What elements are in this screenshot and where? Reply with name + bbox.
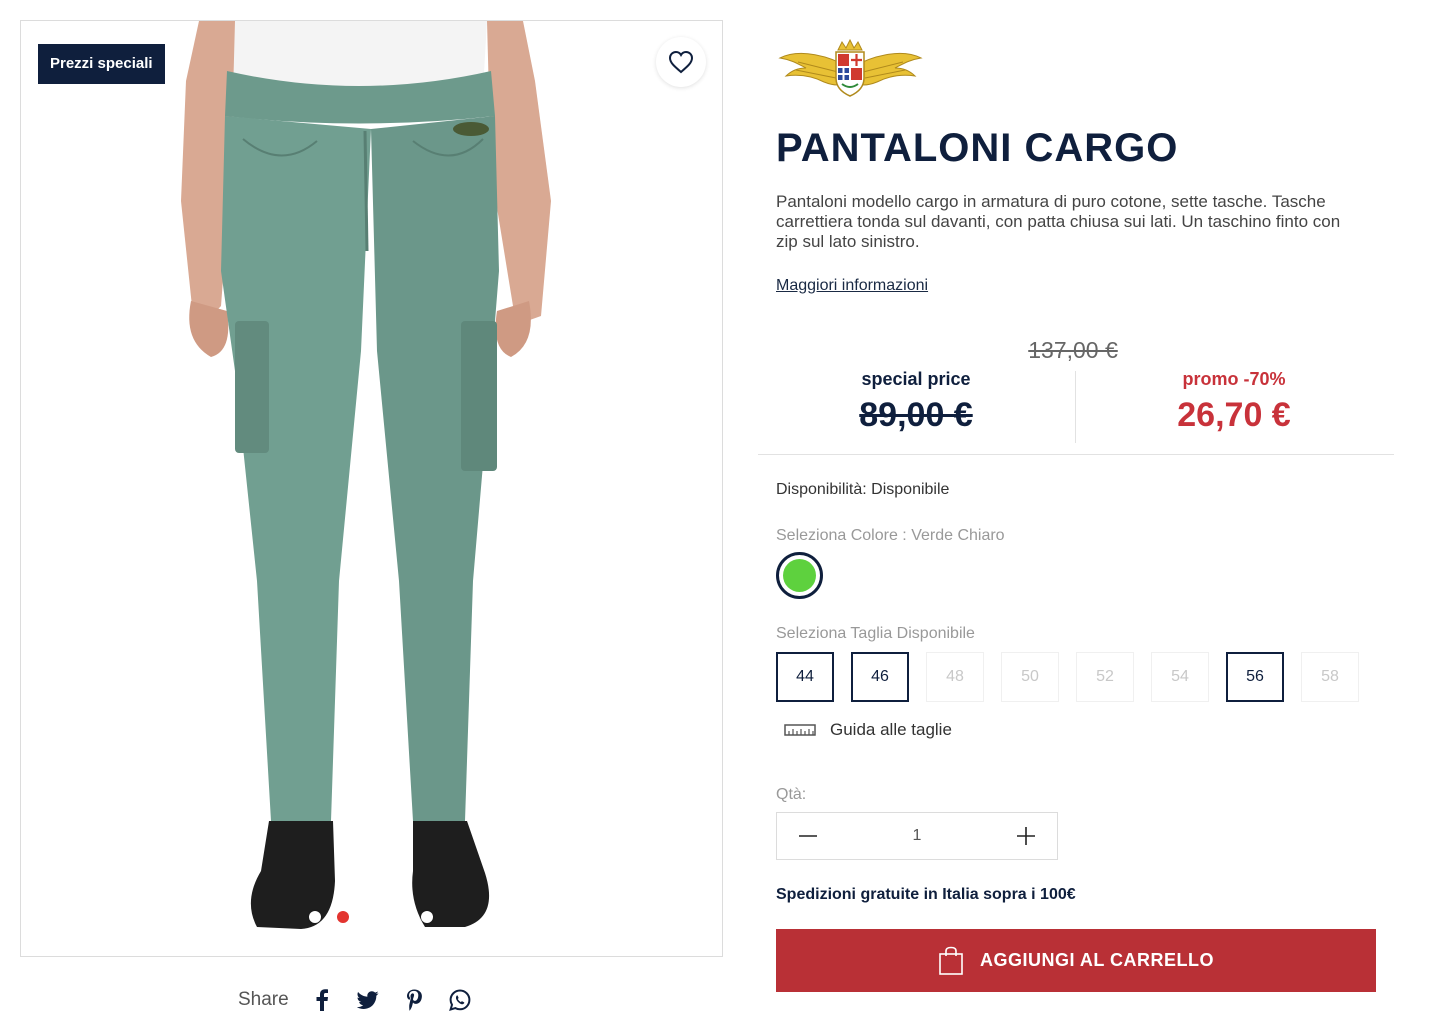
brand-logo bbox=[778, 38, 923, 97]
size-option-44[interactable]: 44 bbox=[776, 652, 834, 702]
quantity-input[interactable] bbox=[877, 827, 957, 845]
product-photo bbox=[181, 21, 551, 929]
size-option-46[interactable]: 46 bbox=[851, 652, 909, 702]
more-info-link[interactable]: Maggiori informazioni bbox=[776, 277, 928, 295]
color-label: Seleziona Colore : Verde Chiaro bbox=[776, 527, 1005, 544]
ruler-icon bbox=[784, 724, 816, 736]
price-divider bbox=[1075, 371, 1076, 443]
swatch-fill bbox=[783, 559, 816, 592]
carousel-dot-active[interactable] bbox=[337, 911, 349, 923]
promo-label: promo -70% bbox=[1182, 369, 1286, 389]
carousel-dot[interactable] bbox=[309, 911, 321, 923]
special-price-badge: Prezzi speciali bbox=[38, 44, 165, 84]
pinterest-icon[interactable] bbox=[403, 989, 425, 1011]
carousel-dots bbox=[309, 911, 433, 923]
size-option-50: 50 bbox=[1001, 652, 1059, 702]
quantity-stepper bbox=[776, 812, 1058, 860]
share-bar: Share bbox=[238, 985, 495, 1015]
original-price: 137,00 € bbox=[1028, 337, 1118, 363]
size-selector: 44 46 48 50 52 54 56 58 bbox=[776, 652, 1359, 702]
carousel-dot[interactable] bbox=[421, 911, 433, 923]
special-price-value: 89,00 € bbox=[859, 396, 973, 434]
color-swatch-verde-chiaro[interactable] bbox=[776, 552, 823, 599]
special-price-column: special price 89,00 € bbox=[766, 369, 1066, 435]
increase-quantity-button[interactable] bbox=[1013, 823, 1039, 849]
size-guide-link[interactable]: Guida alle taglie bbox=[784, 720, 952, 740]
facebook-icon[interactable] bbox=[311, 989, 333, 1011]
price-block: 137,00 € special price 89,00 € promo -70… bbox=[758, 335, 1394, 455]
heart-icon bbox=[668, 50, 694, 74]
special-price-label: special price bbox=[861, 369, 971, 389]
twitter-icon[interactable] bbox=[356, 989, 379, 1011]
availability-text: Disponibilità: Disponibile bbox=[776, 481, 950, 498]
size-option-48: 48 bbox=[926, 652, 984, 702]
size-label: Seleziona Taglia Disponibile bbox=[776, 625, 975, 642]
minus-icon bbox=[799, 835, 817, 837]
free-shipping-note: Spedizioni gratuite in Italia sopra i 10… bbox=[776, 886, 1076, 903]
decrease-quantity-button[interactable] bbox=[795, 823, 821, 849]
size-option-52: 52 bbox=[1076, 652, 1134, 702]
promo-price-value: 26,70 € bbox=[1177, 396, 1291, 434]
product-gallery: Prezzi speciali bbox=[20, 20, 723, 957]
add-to-cart-button[interactable]: AGGIUNGI AL CARRELLO bbox=[776, 929, 1376, 992]
share-label: Share bbox=[238, 989, 289, 1010]
promo-price-column: promo -70% 26,70 € bbox=[1084, 369, 1384, 435]
quantity-label: Qtà: bbox=[776, 786, 807, 803]
shopping-bag-icon bbox=[939, 946, 963, 975]
product-title: PANTALONI CARGO bbox=[776, 126, 1179, 170]
size-option-56[interactable]: 56 bbox=[1226, 652, 1284, 702]
size-guide-label: Guida alle taglie bbox=[830, 720, 952, 739]
size-option-54: 54 bbox=[1151, 652, 1209, 702]
wishlist-button[interactable] bbox=[656, 37, 706, 87]
plus-icon bbox=[1017, 827, 1035, 845]
add-to-cart-label: AGGIUNGI AL CARRELLO bbox=[980, 950, 1214, 970]
size-option-58: 58 bbox=[1301, 652, 1359, 702]
whatsapp-icon[interactable] bbox=[448, 989, 471, 1011]
product-description: Pantaloni modello cargo in armatura di p… bbox=[776, 192, 1341, 251]
